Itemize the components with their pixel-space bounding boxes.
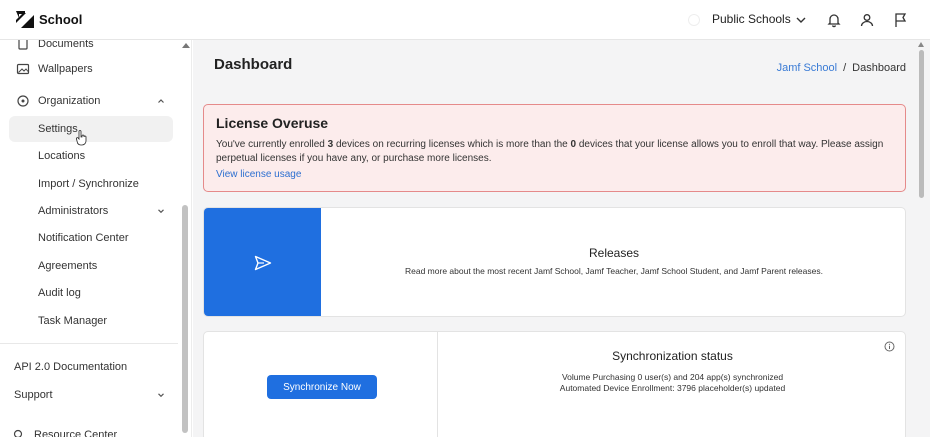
sync-status-vpp: Volume Purchasing 0 user(s) and 204 app(… [561,372,784,382]
sidebar-item-notification-center[interactable]: Notification Center [0,225,180,251]
organization-icon [17,95,29,107]
sidebar-item-agreements[interactable]: Agreements [0,253,180,279]
releases-title: Releases [588,246,640,260]
bell-icon[interactable] [826,12,842,28]
user-icon[interactable] [859,12,875,28]
sidebar-item-label: Organization [38,95,101,107]
chevron-up-icon[interactable] [156,96,166,106]
main-scroll-up-arrow[interactable] [918,42,924,47]
sidebar-item-label: Support [14,389,53,401]
sidebar-divider [0,343,178,344]
releases-description: Read more about the most recent Jamf Sch… [405,266,823,276]
releases-banner [204,208,321,316]
sidebar-item-label: Administrators [38,205,109,217]
chevron-down-icon[interactable] [156,206,166,216]
sidebar-item-audit-log[interactable]: Audit log [0,280,180,306]
sidebar-item-label: Resource Center [34,429,118,437]
sidebar-item-label: API 2.0 Documentation [14,361,128,373]
sync-status-title: Synchronization status [612,349,733,363]
org-selector-label[interactable]: Public Schools [712,12,791,26]
breadcrumb-separator: / [843,62,847,74]
alert-message: You've currently enrolled 3 devices on r… [216,138,896,166]
sidebar-item-label: Settings [38,123,78,135]
sidebar-item-settings[interactable]: Settings [9,116,173,142]
search-icon [13,429,23,437]
sidebar-item-resource-center[interactable]: Resource Center [0,422,180,437]
jamf-logo-icon[interactable] [16,11,34,28]
breadcrumb-link[interactable]: Jamf School [777,62,838,74]
alert-text: devices on recurring licenses which is m… [333,139,571,150]
chevron-down-icon[interactable] [156,390,166,400]
sidebar-item-wallpapers[interactable]: Wallpapers [0,56,180,82]
sidebar-item-task-manager[interactable]: Task Manager [0,308,180,334]
main-scrollbar[interactable] [919,50,924,198]
document-icon [18,40,28,50]
breadcrumb-current: Dashboard [852,62,906,74]
sidebar-item-import-synchronize[interactable]: Import / Synchronize [0,171,180,197]
breadcrumb: Jamf School / Dashboard [777,62,906,74]
sidebar-item-label: Documents [38,40,94,50]
sidebar: Documents Wallpapers Organization Settin… [0,40,192,437]
page-title: Dashboard [214,56,293,73]
hand-cursor-icon [76,130,87,146]
alert-title: License Overuse [216,115,329,131]
top-bar: School Public Schools [0,0,930,40]
sidebar-item-locations[interactable]: Locations [0,143,180,169]
sync-status-ade: Automated Device Enrollment: 3796 placeh… [559,383,786,393]
view-license-usage-link[interactable]: View license usage [216,169,301,180]
releases-card[interactable]: Releases Read more about the most recent… [203,207,906,317]
license-overuse-alert: License Overuse You've currently enrolle… [203,104,906,192]
sidebar-item-label: Locations [38,150,86,162]
main-content: Dashboard Jamf School / Dashboard License … [193,40,930,437]
image-icon [16,63,30,75]
chevron-down-icon[interactable] [794,13,808,27]
sidebar-item-organization[interactable]: Organization [0,88,180,114]
info-icon[interactable] [884,341,895,352]
synchronization-card: Synchronize Now Synchronization status V… [203,331,906,437]
flag-icon[interactable] [893,12,909,28]
brand-name[interactable]: School [39,12,82,27]
sidebar-item-label: Wallpapers [38,63,93,75]
alert-text: You've currently enrolled [216,139,328,150]
sidebar-scrollbar[interactable] [182,205,188,433]
sidebar-item-documents[interactable]: Documents [0,40,180,57]
sidebar-item-label: Agreements [38,260,98,272]
sidebar-item-support[interactable]: Support [0,382,180,408]
org-status-dot [688,14,700,26]
sidebar-item-label: Task Manager [38,315,108,327]
synchronize-now-button[interactable]: Synchronize Now [267,375,377,399]
sidebar-item-label: Import / Synchronize [38,178,139,190]
sidebar-scroll-up-arrow[interactable] [182,43,190,48]
sidebar-item-api-documentation[interactable]: API 2.0 Documentation [0,354,180,380]
sidebar-item-administrators[interactable]: Administrators [0,198,180,224]
sidebar-item-label: Audit log [38,287,81,299]
sidebar-item-label: Notification Center [38,232,129,244]
send-icon [254,255,272,271]
